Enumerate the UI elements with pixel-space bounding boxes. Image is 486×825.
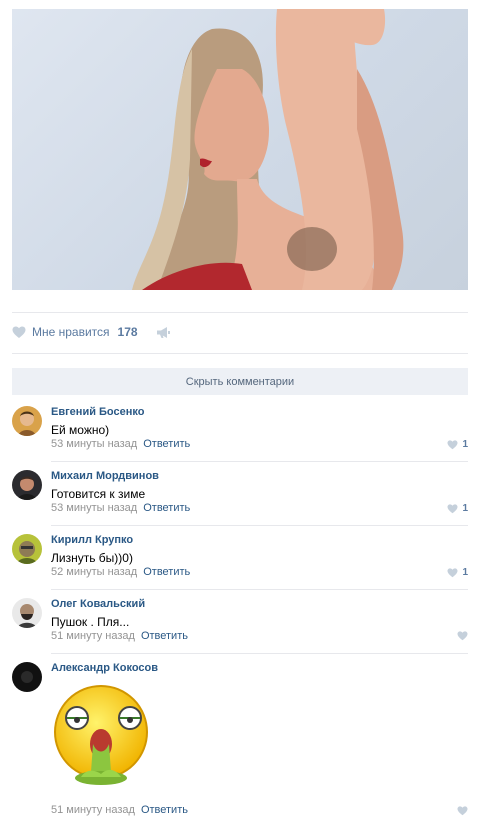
- divider: [12, 312, 468, 313]
- comment-divider: [51, 461, 468, 462]
- comment-meta: 53 минуты назад Ответить: [51, 438, 190, 450]
- comment-meta: 53 минуты назад Ответить: [51, 502, 190, 514]
- photo-illustration: [132, 9, 404, 290]
- comment-item: Кирилл Крупко Лизнуть бы))0) 52 минуты н…: [12, 534, 468, 584]
- comment-author[interactable]: Александр Кокосов: [51, 662, 158, 674]
- like-label: Мне нравится: [32, 325, 110, 339]
- avatar[interactable]: [12, 662, 42, 692]
- megaphone-icon: [156, 326, 170, 338]
- comment-like-button[interactable]: [457, 806, 468, 816]
- comment-text: Ей можно): [51, 423, 110, 437]
- hide-comments-button[interactable]: Скрыть комментарии: [12, 368, 468, 395]
- post-actions: Мне нравится 178: [12, 322, 171, 342]
- comment-like-button[interactable]: 1: [447, 567, 468, 578]
- like-button[interactable]: Мне нравится 178: [12, 325, 138, 339]
- avatar[interactable]: [12, 406, 42, 436]
- comment-time[interactable]: 51 минуту назад: [51, 804, 135, 816]
- heart-icon: [457, 631, 468, 641]
- comment-meta: 52 минуты назад Ответить: [51, 566, 190, 578]
- reply-button[interactable]: Ответить: [141, 630, 188, 642]
- comment-like-button[interactable]: 1: [447, 503, 468, 514]
- reply-button[interactable]: Ответить: [143, 566, 190, 578]
- heart-icon: [447, 503, 458, 513]
- divider: [12, 353, 468, 354]
- avatar[interactable]: [12, 534, 42, 564]
- comment-text: Лизнуть бы))0): [51, 551, 133, 565]
- reply-button[interactable]: Ответить: [141, 804, 188, 816]
- comment-item: Олег Ковальский Пушок . Пля... 51 минуту…: [12, 598, 468, 648]
- reply-button[interactable]: Ответить: [143, 438, 190, 450]
- comment-divider: [51, 589, 468, 590]
- comment-time[interactable]: 52 минуты назад: [51, 566, 137, 578]
- avatar[interactable]: [12, 598, 42, 628]
- comment-like-button[interactable]: [457, 631, 468, 641]
- comment-text: Готовится к зиме: [51, 487, 146, 501]
- like-count: 178: [117, 325, 138, 339]
- comment-time[interactable]: 51 минуту назад: [51, 630, 135, 642]
- comment-item: Евгений Босенко Ей можно) 53 минуты наза…: [12, 406, 468, 456]
- comment-author[interactable]: Кирилл Крупко: [51, 534, 133, 546]
- comment-like-count: 1: [462, 567, 468, 578]
- comment-divider: [51, 525, 468, 526]
- comment-author[interactable]: Михаил Мордвинов: [51, 470, 159, 482]
- comment-like-count: 1: [462, 439, 468, 450]
- post-photo[interactable]: [12, 9, 468, 290]
- avatar[interactable]: [12, 470, 42, 500]
- reply-button[interactable]: Ответить: [143, 502, 190, 514]
- comment-author[interactable]: Олег Ковальский: [51, 598, 145, 610]
- comment-time[interactable]: 53 минуты назад: [51, 502, 137, 514]
- comment-item: Михаил Мордвинов Готовится к зиме 53 мин…: [12, 470, 468, 520]
- comment-like-count: 1: [462, 503, 468, 514]
- comment-divider: [51, 653, 468, 654]
- comment-meta: 51 минуту назад Ответить: [51, 630, 188, 642]
- comment-text: Пушок . Пля...: [51, 615, 130, 629]
- heart-icon: [447, 567, 458, 577]
- comment-time[interactable]: 53 минуты назад: [51, 438, 137, 450]
- heart-icon: [457, 806, 468, 816]
- heart-icon: [447, 439, 458, 449]
- comment-item: Александр Кокосов 51 минуту назад Ответит…: [12, 662, 468, 822]
- vomit-sticker: [51, 682, 151, 786]
- heart-icon: [12, 326, 26, 338]
- comment-author[interactable]: Евгений Босенко: [51, 406, 144, 418]
- share-button[interactable]: [156, 326, 171, 339]
- comment-like-button[interactable]: 1: [447, 439, 468, 450]
- comment-meta: 51 минуту назад Ответить: [51, 804, 188, 816]
